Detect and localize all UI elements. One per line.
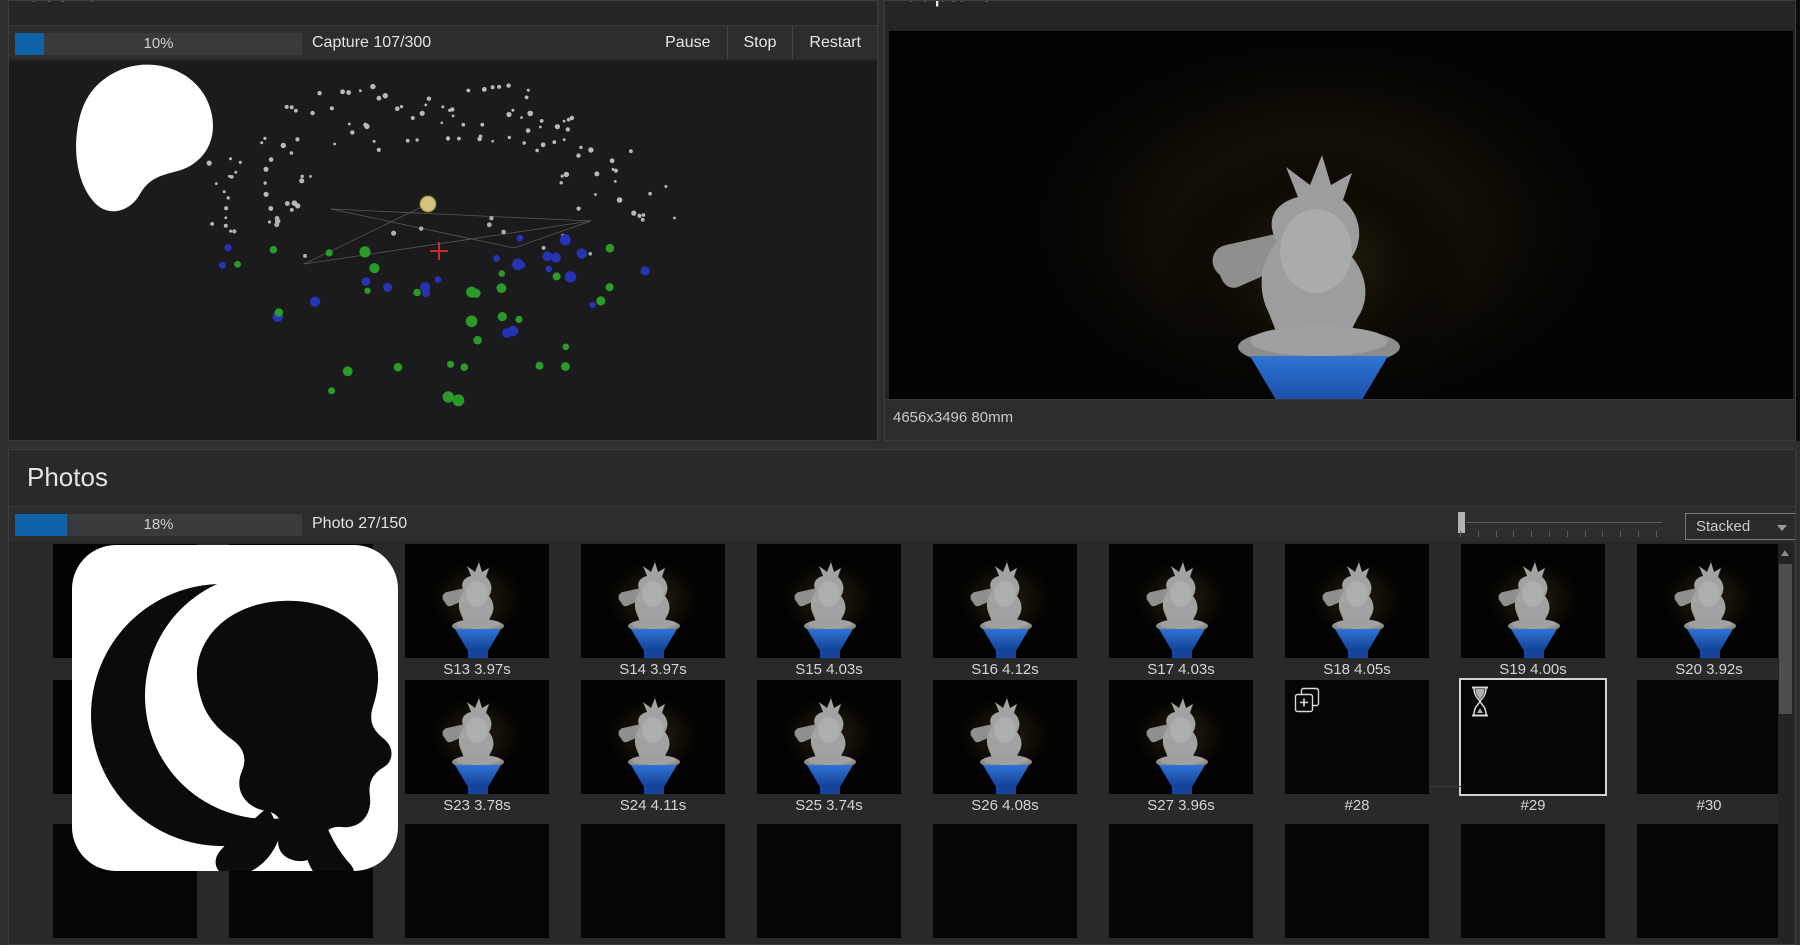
white-blob-watermark — [70, 60, 220, 222]
photo-thumbnail[interactable]: S14 3.97s — [581, 544, 725, 658]
photo-thumbnail[interactable]: S20 3.92s — [1637, 544, 1781, 658]
photo-label: #34 — [563, 941, 743, 945]
thumbnail-image — [1109, 680, 1253, 794]
photo-label: #37 — [1091, 941, 1271, 945]
thumbnail-image — [1109, 544, 1253, 658]
capture-panel-title: Capture — [901, 0, 994, 7]
photo-label: S27 3.96s — [1091, 797, 1271, 817]
photo-thumbnail[interactable]: S15 4.03s — [757, 544, 901, 658]
photo-label: S19 4.00s — [1443, 661, 1623, 681]
photo-placeholder[interactable]: #30 — [1637, 680, 1781, 794]
photo-label: S18 4.05s — [1267, 661, 1447, 681]
photo-thumbnail[interactable]: S18 4.05s — [1285, 544, 1429, 658]
photo-thumbnail[interactable]: S23 3.78s — [405, 680, 549, 794]
thumbnail-image — [933, 680, 1077, 794]
photo-label: S24 4.11s — [563, 797, 743, 817]
photos-scrollbar[interactable] — [1778, 544, 1793, 944]
photo-placeholder[interactable]: #35 — [757, 824, 901, 938]
photo-label: #36 — [915, 941, 1095, 945]
photo-label: S23 3.78s — [387, 797, 567, 817]
capture-preview[interactable] — [889, 31, 1791, 399]
photo-thumbnail[interactable]: S16 4.12s — [933, 544, 1077, 658]
photo-label: #38 — [1267, 941, 1447, 945]
photo-thumbnail[interactable]: S13 3.97s — [405, 544, 549, 658]
hourglass-icon — [1469, 686, 1491, 717]
photo-label: #29 — [1443, 797, 1623, 817]
photo-placeholder[interactable]: #38 — [1285, 824, 1429, 938]
thumbnail-image — [405, 680, 549, 794]
photo-label: S26 4.08s — [915, 797, 1095, 817]
photo-label: S16 4.12s — [915, 661, 1095, 681]
photo-label: #31 — [35, 941, 215, 945]
photo-placeholder[interactable]: #28 — [1285, 680, 1429, 794]
thumbnail-image — [1285, 544, 1429, 658]
scrollbar-thumb[interactable] — [1779, 564, 1792, 714]
add-stack-icon — [1293, 686, 1323, 716]
capture-panel: Capture 4656x3496 80mm — [884, 0, 1796, 441]
photo-label: #32 — [211, 941, 391, 945]
photo-thumbnail[interactable]: S19 4.00s — [1461, 544, 1605, 658]
photo-label: #30 — [1619, 797, 1796, 817]
photo-placeholder[interactable]: #40 — [1637, 824, 1781, 938]
photo-placeholder[interactable]: #37 — [1109, 824, 1253, 938]
photo-placeholder[interactable]: #36 — [933, 824, 1077, 938]
thumbnail-image — [757, 680, 901, 794]
scroll-up-icon[interactable] — [1781, 550, 1789, 556]
photo-placeholder[interactable]: #29 — [1461, 680, 1605, 794]
app-window: Scene 10% Capture 107/300 Pause Stop Res… — [0, 0, 1800, 945]
thumbnail-image — [581, 544, 725, 658]
photo-label: S20 3.92s — [1619, 661, 1796, 681]
photo-label: S15 4.03s — [739, 661, 919, 681]
photo-label: #28 — [1267, 797, 1447, 817]
scene-capture-counter: Capture 107/300 — [312, 26, 431, 60]
photo-label: S14 3.97s — [563, 661, 743, 681]
thumbnail-image — [933, 544, 1077, 658]
photo-label: #39 — [1443, 941, 1623, 945]
scene-progress-text: 10% — [15, 33, 302, 55]
stop-button[interactable]: Stop — [727, 26, 793, 59]
photo-placeholder[interactable]: #39 — [1461, 824, 1605, 938]
thumbnail-image — [757, 544, 901, 658]
capture-photo — [889, 31, 1793, 399]
scene-buttons: Pause Stop Restart — [649, 26, 877, 59]
scene-panel-title: Scene — [25, 0, 99, 7]
scene-progress-bar: 10% — [15, 33, 302, 55]
photo-label: S25 3.74s — [739, 797, 919, 817]
photo-thumbnail[interactable]: S27 3.96s — [1109, 680, 1253, 794]
capture-info: 4656x3496 80mm — [885, 399, 1795, 440]
photo-thumbnail[interactable]: S26 4.08s — [933, 680, 1077, 794]
photo-placeholder[interactable]: #33 — [405, 824, 549, 938]
photo-thumbnail[interactable]: S17 4.03s — [1109, 544, 1253, 658]
photo-label: S13 3.97s — [387, 661, 567, 681]
photo-label: #33 — [387, 941, 567, 945]
photo-thumbnail[interactable]: S25 3.74s — [757, 680, 901, 794]
thumbnail-image — [581, 680, 725, 794]
thumbnail-image — [1461, 544, 1605, 658]
photo-label: #40 — [1619, 941, 1796, 945]
photo-thumbnail[interactable]: S24 4.11s — [581, 680, 725, 794]
restart-button[interactable]: Restart — [792, 26, 877, 59]
pause-button[interactable]: Pause — [649, 26, 726, 59]
window-edge — [1796, 0, 1800, 441]
stack-link-line — [1429, 786, 1461, 787]
scene-toolbar: 10% Capture 107/300 Pause Stop Restart — [9, 25, 877, 60]
photo-placeholder[interactable]: #34 — [581, 824, 725, 938]
photo-label: S17 4.03s — [1091, 661, 1271, 681]
crescent-figure-logo-watermark — [72, 545, 398, 871]
thumbnail-image — [405, 544, 549, 658]
photo-label: #35 — [739, 941, 919, 945]
thumbnail-image — [1637, 544, 1781, 658]
